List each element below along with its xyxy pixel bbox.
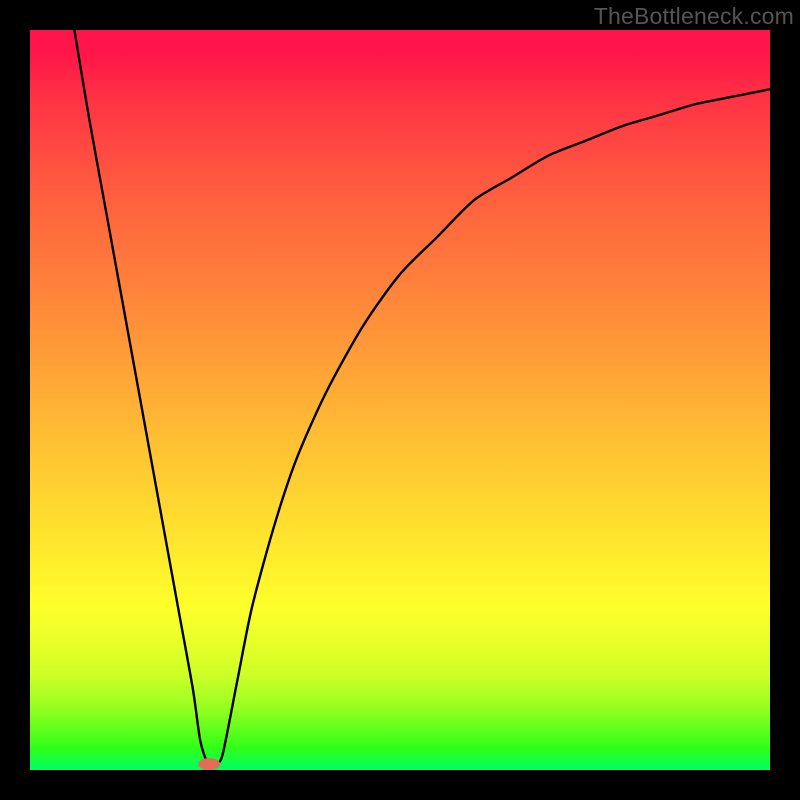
chart-overlay [30,30,770,770]
minimum-marker [198,758,220,770]
chart-container: TheBottleneck.com [0,0,800,800]
watermark-text: TheBottleneck.com [594,3,794,30]
plot-area [30,30,770,770]
bottleneck-curve [74,30,770,764]
